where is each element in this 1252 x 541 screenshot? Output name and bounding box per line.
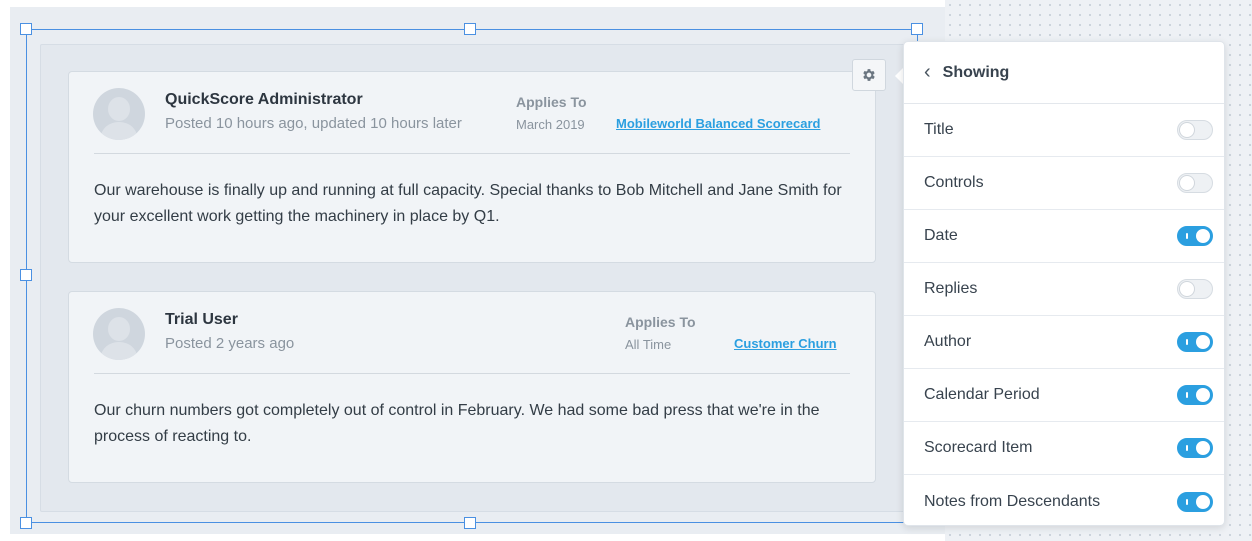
note-body: Our churn numbers got completely out of … (94, 402, 820, 445)
option-label: Author (924, 333, 972, 350)
resize-handle-bottom[interactable] (464, 517, 476, 529)
option-label: Calendar Period (924, 386, 1040, 403)
option-label: Date (924, 227, 958, 244)
canvas-edge (0, 0, 10, 541)
option-label: Title (924, 121, 954, 138)
note-author: Trial User (165, 311, 238, 328)
resize-handle-bottom-left[interactable] (20, 517, 32, 529)
note-posted-time: Posted 2 years ago (165, 335, 295, 352)
resize-handle-top-left[interactable] (20, 23, 32, 35)
resize-handle-top-right[interactable] (911, 23, 923, 35)
option-row-scorecard-item[interactable]: Scorecard Item (904, 422, 1224, 475)
option-row-controls[interactable]: Controls (904, 157, 1224, 210)
toggle-switch[interactable] (1177, 385, 1213, 405)
panel-title: Showing (942, 63, 1010, 81)
resize-handle-top[interactable] (464, 23, 476, 35)
user-avatar-icon (93, 308, 145, 360)
option-row-calendar-period[interactable]: Calendar Period (904, 369, 1224, 422)
note-posted-time: Posted 10 hours ago, updated 10 hours la… (165, 115, 462, 132)
option-row-title[interactable]: Title (904, 104, 1224, 157)
applies-to-label: Applies To (516, 94, 587, 110)
option-row-notes-from-descendants[interactable]: Notes from Descendants (904, 475, 1224, 528)
toggle-switch[interactable] (1177, 226, 1213, 246)
note-author: QuickScore Administrator (165, 91, 363, 108)
option-row-date[interactable]: Date (904, 210, 1224, 263)
toggle-switch[interactable] (1177, 491, 1213, 512)
gear-icon (863, 69, 875, 81)
toggle-switch[interactable] (1177, 332, 1213, 352)
toggle-switch[interactable] (1177, 279, 1213, 299)
settings-button[interactable] (852, 59, 886, 91)
option-row-author[interactable]: Author (904, 316, 1224, 369)
option-label: Controls (924, 174, 984, 191)
scorecard-item-link[interactable]: Customer Churn (734, 336, 837, 351)
toggle-switch[interactable] (1177, 438, 1213, 458)
applies-to-label: Applies To (625, 314, 696, 330)
note-card: Trial User Posted 2 years ago Applies To… (68, 291, 876, 483)
scorecard-item-link[interactable]: Mobileworld Balanced Scorecard (616, 116, 820, 131)
resize-handle-left[interactable] (20, 269, 32, 281)
toggle-switch[interactable] (1177, 173, 1213, 193)
panel-header[interactable]: ‹ Showing (904, 42, 1224, 104)
chevron-left-icon[interactable]: ‹ (924, 61, 931, 84)
option-label: Replies (924, 280, 978, 297)
divider (94, 373, 850, 374)
note-body: Our warehouse is finally up and running … (94, 182, 842, 225)
option-row-replies[interactable]: Replies (904, 263, 1224, 316)
canvas-edge-bottom (0, 534, 945, 541)
calendar-period: March 2019 (516, 117, 585, 132)
divider (94, 153, 850, 154)
canvas-edge-top (0, 0, 945, 7)
toggle-switch[interactable] (1177, 120, 1213, 140)
option-label: Notes from Descendants (924, 492, 1101, 510)
showing-settings-panel: ‹ Showing Title Controls Date Replies Author… (903, 41, 1225, 526)
calendar-period: All Time (625, 337, 672, 352)
note-card: QuickScore Administrator Posted 10 hours… (68, 71, 876, 263)
user-avatar-icon (93, 88, 145, 140)
option-label: Scorecard Item (924, 439, 1033, 456)
